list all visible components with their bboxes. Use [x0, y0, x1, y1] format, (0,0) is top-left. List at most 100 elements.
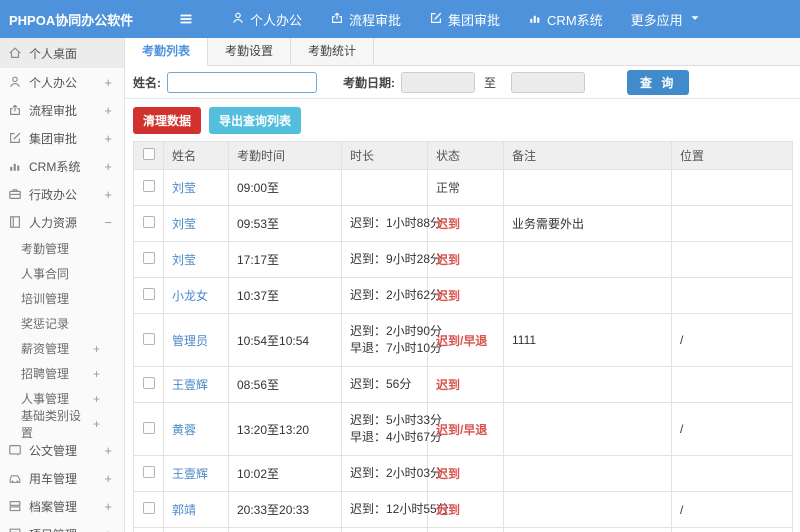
time-cell: 10:02至 [228, 455, 342, 492]
sidebar-subitem-recruit-mgmt[interactable]: 招聘管理 + [0, 361, 124, 386]
sidebar-subitem-base-category[interactable]: 基础类别设置 + [0, 409, 124, 440]
sidebar-subitem-training-mgmt[interactable]: 培训管理 [0, 286, 124, 311]
attendance-table: 姓名 考勤时间 时长 状态 备注 位置 刘莹 09:00至 正常 刘莹 09:53至 迟到：1小时8… [133, 141, 793, 532]
column-header: 备注 [503, 141, 672, 170]
sidebar-item-group-approval[interactable]: 集团审批 + [0, 124, 124, 152]
sidebar-item-label: 公文管理 [29, 443, 78, 458]
sidebar-item-label: 集团审批 [29, 131, 78, 146]
employee-name-link[interactable]: 郭靖 [172, 503, 196, 517]
status-cell: 迟到 [427, 205, 504, 242]
name-cell: 管理员 [163, 313, 229, 367]
sidebar-item-crm-system[interactable]: CRM系统 + [0, 152, 124, 180]
employee-name-link[interactable]: 刘莹 [172, 217, 196, 231]
sidebar-item-archive-mgmt[interactable]: 档案管理 + [0, 492, 124, 520]
sidebar-subitem-hr-contract[interactable]: 人事合同 [0, 261, 124, 286]
hamburger-menu-icon[interactable] [173, 6, 199, 32]
sidebar-item-vehicle-mgmt[interactable]: 用车管理 + [0, 464, 124, 492]
sidebar-item-personal-office[interactable]: 个人办公 + [0, 68, 124, 96]
status-badge: 迟到 [436, 467, 461, 481]
doc-icon [8, 443, 22, 457]
chart-icon [528, 11, 542, 28]
edit-icon [8, 131, 22, 145]
column-header: 时长 [341, 141, 428, 170]
sidebar-item-human-resources[interactable]: 人力资源 − [0, 208, 124, 236]
name-input[interactable] [167, 71, 317, 93]
tab-attendance-stats[interactable]: 考勤统计 [291, 38, 375, 65]
status-cell: 迟到/早退 [427, 313, 504, 367]
table-row: 黄蓉20:32至20:32迟到：12小时53分迟到 / [133, 527, 793, 532]
sidebar-item-project-mgmt[interactable]: 项目管理 + [0, 520, 124, 532]
table-row: 王壹辉 10:02至 迟到：2小时03分 迟到 [133, 455, 793, 492]
row-checkbox[interactable] [142, 332, 155, 345]
duration-cell: 迟到：1小时88分 [341, 205, 442, 242]
duration-line: 迟到：2小时90分 [350, 324, 443, 338]
user-icon [231, 11, 245, 28]
employee-name-link[interactable]: 管理员 [172, 334, 208, 348]
note-cell [503, 169, 672, 206]
chart-icon [8, 159, 22, 173]
employee-name-link[interactable]: 小龙女 [172, 289, 208, 303]
nav-item-crm-system[interactable]: CRM系统 [514, 0, 617, 38]
sidebar-subitem-attendance-mgmt[interactable]: 考勤管理 [0, 236, 124, 261]
sidebar-item-personal-desktop[interactable]: 个人桌面 [0, 38, 124, 68]
nav-item-workflow-approval[interactable]: 流程审批 [316, 0, 415, 38]
row-checkbox[interactable] [142, 252, 155, 264]
nav-item-more-apps[interactable]: 更多应用 [617, 0, 716, 38]
app-logo: PHPOA协同办公软件 [9, 12, 134, 28]
date-from-input[interactable] [401, 71, 475, 93]
search-button[interactable]: 查 询 [627, 69, 690, 95]
employee-name-link[interactable]: 刘莹 [172, 253, 196, 267]
employee-name-link[interactable]: 刘莹 [172, 181, 196, 195]
sidebar: 个人桌面 个人办公 + 流程审批 + 集团审批 + CRM系统 + 行政办公 + 人力资源 − 考勤管理人… [0, 38, 125, 532]
tab-strip: 考勤列表 考勤设置 考勤统计 [125, 38, 800, 66]
expand-plus-icon: + [92, 391, 100, 406]
select-all-checkbox[interactable] [142, 148, 155, 160]
sidebar-item-label: CRM系统 [29, 159, 81, 174]
status-badge: 迟到 [436, 378, 461, 392]
duration-cell: 迟到：2小时90分 早退：7小时10分 [341, 313, 443, 367]
row-checkbox[interactable] [142, 288, 155, 300]
nav-item-group-approval[interactable]: 集团审批 [415, 0, 514, 38]
sidebar-item-workflow-approval[interactable]: 流程审批 + [0, 96, 124, 124]
expand-plus-icon: + [104, 186, 112, 202]
location-cell [671, 169, 793, 206]
expand-plus-icon: + [104, 130, 112, 146]
time-cell: 10:37至 [228, 277, 342, 314]
time-cell: 17:17至 [228, 241, 342, 278]
home-icon [8, 46, 22, 60]
sidebar-subitem-label: 人事合同 [21, 267, 70, 281]
status-badge: 迟到/早退 [436, 333, 488, 348]
employee-name-link[interactable]: 黄蓉 [172, 423, 196, 437]
tab-attendance-settings[interactable]: 考勤设置 [208, 38, 292, 65]
sidebar-subitem-label: 奖惩记录 [21, 317, 70, 331]
date-to-input[interactable] [511, 71, 586, 93]
clear-data-button[interactable]: 清理数据 [133, 107, 202, 134]
table-row: 郭靖 20:33至20:33 迟到：12小时55分 迟到 / [133, 491, 793, 528]
note-cell [503, 402, 672, 456]
sidebar-subitem-salary-mgmt[interactable]: 薪资管理 + [0, 336, 124, 361]
row-checkbox[interactable] [142, 180, 155, 192]
name-cell: 王壹辉 [163, 455, 229, 492]
row-check-cell [133, 527, 164, 532]
sidebar-item-admin-office[interactable]: 行政办公 + [0, 180, 124, 208]
topbar-nav: 个人办公 流程审批 集团审批 CRM系统 更多应用 [217, 0, 716, 38]
row-checkbox[interactable] [142, 216, 155, 228]
nav-item-personal-office[interactable]: 个人办公 [217, 0, 316, 38]
employee-name-link[interactable]: 王壹辉 [172, 378, 208, 392]
employee-name-link[interactable]: 王壹辉 [172, 467, 208, 481]
duration-line: 迟到：2小时62分 [350, 288, 443, 302]
collapse-minus-icon: − [104, 214, 112, 230]
filter-bar: 姓名: 考勤日期: 至 查 询 [125, 66, 800, 99]
tab-attendance-list[interactable]: 考勤列表 [125, 38, 209, 66]
row-checkbox[interactable] [142, 421, 155, 434]
row-check-cell [133, 491, 164, 528]
sidebar-item-label: 档案管理 [29, 499, 78, 514]
row-checkbox[interactable] [142, 502, 155, 514]
nav-item-label: 个人办公 [250, 12, 303, 28]
sidebar-subitem-reward-punish[interactable]: 奖惩记录 [0, 311, 124, 336]
location-cell [671, 455, 793, 492]
row-checkbox[interactable] [142, 377, 155, 389]
time-cell: 13:20至13:20 [228, 402, 342, 456]
export-list-button[interactable]: 导出查询列表 [209, 107, 302, 134]
row-checkbox[interactable] [142, 466, 155, 478]
